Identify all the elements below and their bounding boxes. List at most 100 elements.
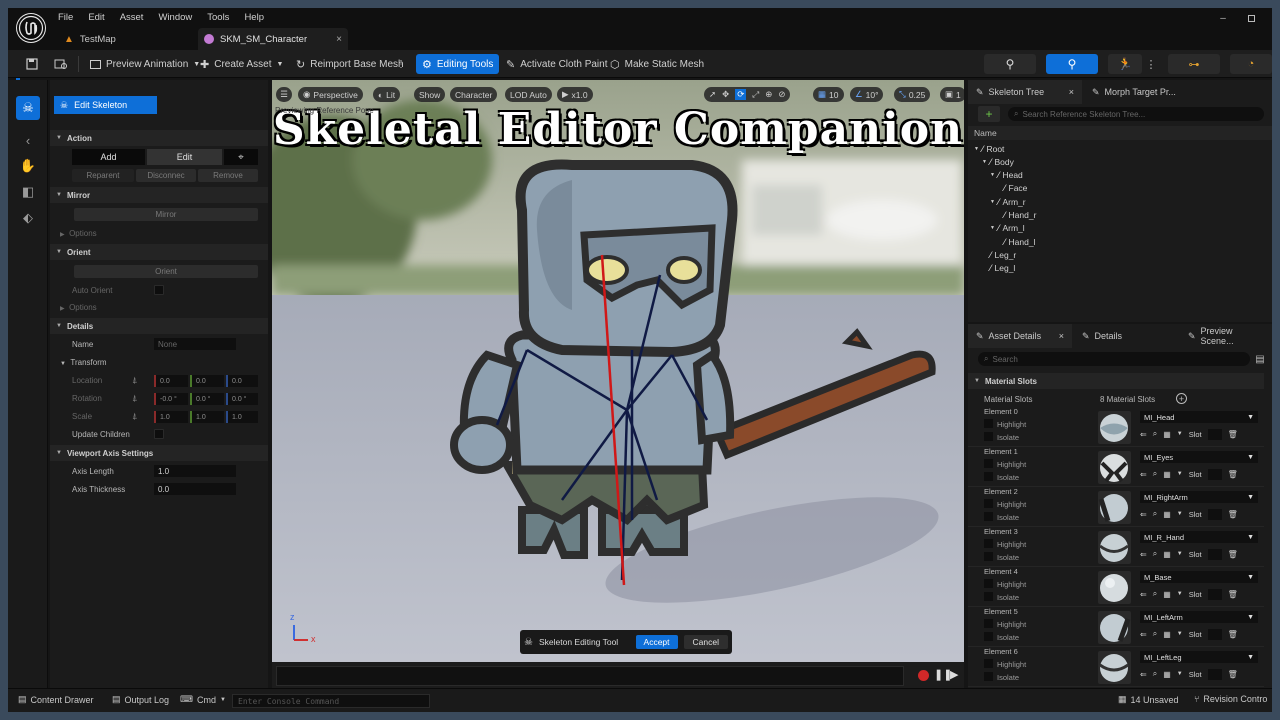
material-dropdown[interactable]: MI_LeftLeg ▼ <box>1140 651 1258 663</box>
material-thumbnail[interactable] <box>1098 411 1131 444</box>
highlight-checkbox[interactable] <box>984 539 993 548</box>
isolate-checkbox[interactable] <box>984 552 993 561</box>
scale-snap[interactable]: ⤡ 0.25 <box>894 87 931 102</box>
grid-snap[interactable]: ▦ 10 <box>813 87 844 102</box>
bone-leg-r[interactable]: ⁄ Leg_r <box>990 250 1016 260</box>
highlight-checkbox[interactable] <box>984 499 993 508</box>
isolate-checkbox[interactable] <box>984 592 993 601</box>
coordinate-space-icon[interactable]: ⍋ <box>132 393 137 404</box>
unsaved-button[interactable]: ▦ 14 Unsaved <box>1118 694 1179 705</box>
transform-toggle[interactable]: ▼ Transform <box>60 358 107 367</box>
editing-tools-button[interactable]: ⚙ Editing Tools <box>416 54 500 74</box>
highlight-checkbox[interactable] <box>984 419 993 428</box>
trash-icon[interactable]: 🗑 <box>1228 550 1238 559</box>
add-button[interactable]: Add <box>72 149 145 165</box>
name-field[interactable]: None <box>154 338 236 350</box>
mirror-section-header[interactable]: ▼ Mirror <box>50 187 268 203</box>
checker-icon[interactable]: ▦ <box>1163 550 1171 559</box>
checker-icon[interactable]: ▦ <box>1163 670 1171 679</box>
slot-field[interactable] <box>1207 468 1222 480</box>
material-thumbnail[interactable] <box>1098 491 1131 524</box>
revision-control-button[interactable]: ⑂ Revision Contro <box>1194 694 1267 704</box>
chevron-down-icon[interactable]: ▼ <box>1177 631 1183 637</box>
bone-body[interactable]: ▼ ⁄ Body <box>982 157 1014 167</box>
bone-arm-r[interactable]: ▼ ⁄ Arm_r <box>990 197 1026 207</box>
skeleton-search-input[interactable]: ⌕ Search Reference Skeleton Tree... <box>1008 107 1264 121</box>
physics-mode-icon[interactable]: ◔ <box>1230 54 1272 74</box>
close-icon[interactable]: × <box>336 34 342 45</box>
cube-icon[interactable]: ◧ <box>18 182 38 202</box>
bone-hand-r[interactable]: ⁄ Hand_r <box>1004 210 1036 220</box>
use-selected-icon[interactable]: ⇐ <box>1140 430 1147 439</box>
scale-y[interactable]: 1.0 <box>190 411 224 423</box>
use-selected-icon[interactable]: ⇐ <box>1140 470 1147 479</box>
close-icon[interactable]: × <box>1059 331 1064 341</box>
use-selected-icon[interactable]: ⇐ <box>1140 670 1147 679</box>
details-section-header[interactable]: ▼ Details <box>50 318 268 334</box>
checker-icon[interactable]: ▦ <box>1163 510 1171 519</box>
chevron-down-icon[interactable]: ▼ <box>1177 671 1183 677</box>
action-section-header[interactable]: ▼ Action <box>50 130 268 146</box>
menu-help[interactable]: Help <box>244 12 264 26</box>
disconnect-button[interactable]: Disconnec <box>136 169 196 182</box>
edit-button[interactable]: Edit <box>147 149 222 165</box>
trash-icon[interactable]: 🗑 <box>1228 590 1238 599</box>
bone-face[interactable]: ⁄ Face <box>1004 183 1027 193</box>
orient-options-toggle[interactable]: ▶ Options <box>60 303 97 312</box>
axis-length-field[interactable]: 1.0 <box>154 465 236 477</box>
mesh-mode-icon[interactable]: ⚲ <box>1046 54 1098 74</box>
chevron-left-icon[interactable]: ‹ <box>18 130 38 150</box>
use-selected-icon[interactable]: ⇐ <box>1140 510 1147 519</box>
trash-icon[interactable]: 🗑 <box>1228 470 1238 479</box>
tab-testmap[interactable]: ▲ TestMap <box>50 28 195 50</box>
restore-icon[interactable] <box>1244 12 1258 24</box>
table-view-icon[interactable]: ▤ <box>1254 352 1266 366</box>
isolate-checkbox[interactable] <box>984 472 993 481</box>
auto-orient-checkbox[interactable] <box>154 285 164 295</box>
trash-icon[interactable]: 🗑 <box>1228 430 1238 439</box>
axis-thickness-field[interactable]: 0.0 <box>154 483 236 495</box>
isolate-checkbox[interactable] <box>984 672 993 681</box>
material-dropdown[interactable]: MI_LeftArm ▼ <box>1140 611 1258 623</box>
material-dropdown[interactable]: MI_R_Hand ▼ <box>1140 531 1258 543</box>
make-static-mesh-button[interactable]: ⬡ Make Static Mesh <box>604 54 710 74</box>
chevron-down-icon[interactable]: ▼ <box>1177 471 1183 477</box>
isolate-checkbox[interactable] <box>984 432 993 441</box>
scale-x[interactable]: 1.0 <box>154 411 188 423</box>
rotation-z[interactable]: 0.0 ° <box>226 393 258 405</box>
slot-field[interactable] <box>1207 628 1222 640</box>
menu-window[interactable]: Window <box>158 12 192 26</box>
chevron-down-icon[interactable]: ▼ <box>1177 511 1183 517</box>
trash-icon[interactable]: 🗑 <box>1228 630 1238 639</box>
close-icon[interactable]: × <box>1069 87 1074 97</box>
chevron-down-icon[interactable]: ▼ <box>1177 551 1183 557</box>
select-bone-icon[interactable]: ⌖ <box>224 149 258 165</box>
tab-skeleton-tree[interactable]: ✎ Skeleton Tree × <box>968 80 1082 104</box>
menu-tools[interactable]: Tools <box>207 12 229 26</box>
unreal-logo-icon[interactable] <box>16 13 46 43</box>
location-x[interactable]: 0.0 <box>154 375 188 387</box>
select-icon[interactable]: ➚ <box>709 89 716 100</box>
browse-icon[interactable]: ⌕ <box>1153 629 1157 639</box>
add-slot-icon[interactable]: + <box>1176 393 1187 404</box>
play-forward-icon[interactable]: ▶ <box>950 668 958 681</box>
isolate-checkbox[interactable] <box>984 512 993 521</box>
slot-field[interactable] <box>1207 508 1222 520</box>
remove-button[interactable]: Remove <box>198 169 258 182</box>
mirror-button[interactable]: Mirror <box>74 208 258 221</box>
browse-icon[interactable]: ⌕ <box>1153 549 1157 559</box>
paint-weights-icon[interactable]: ✋ <box>18 156 38 176</box>
material-dropdown[interactable]: MI_RightArm ▼ <box>1140 491 1258 503</box>
attribute-icon[interactable]: ⬖ <box>18 208 38 228</box>
viewport[interactable]: z x Skeletal Editor Companion Previewing… <box>272 80 964 690</box>
minimize-icon[interactable]: – <box>1216 12 1230 24</box>
location-y[interactable]: 0.0 <box>190 375 224 387</box>
name-column-header[interactable]: Name <box>968 126 1272 140</box>
rotation-x[interactable]: -0.0 ° <box>154 393 188 405</box>
orient-button[interactable]: Orient <box>74 265 258 278</box>
angle-snap[interactable]: ∠ 10° <box>850 87 884 102</box>
more-options-icon[interactable]: ⋮ <box>394 54 408 74</box>
highlight-checkbox[interactable] <box>984 579 993 588</box>
chevron-down-icon[interactable]: ▼ <box>1177 431 1183 437</box>
add-bone-icon[interactable]: + <box>978 106 1000 122</box>
